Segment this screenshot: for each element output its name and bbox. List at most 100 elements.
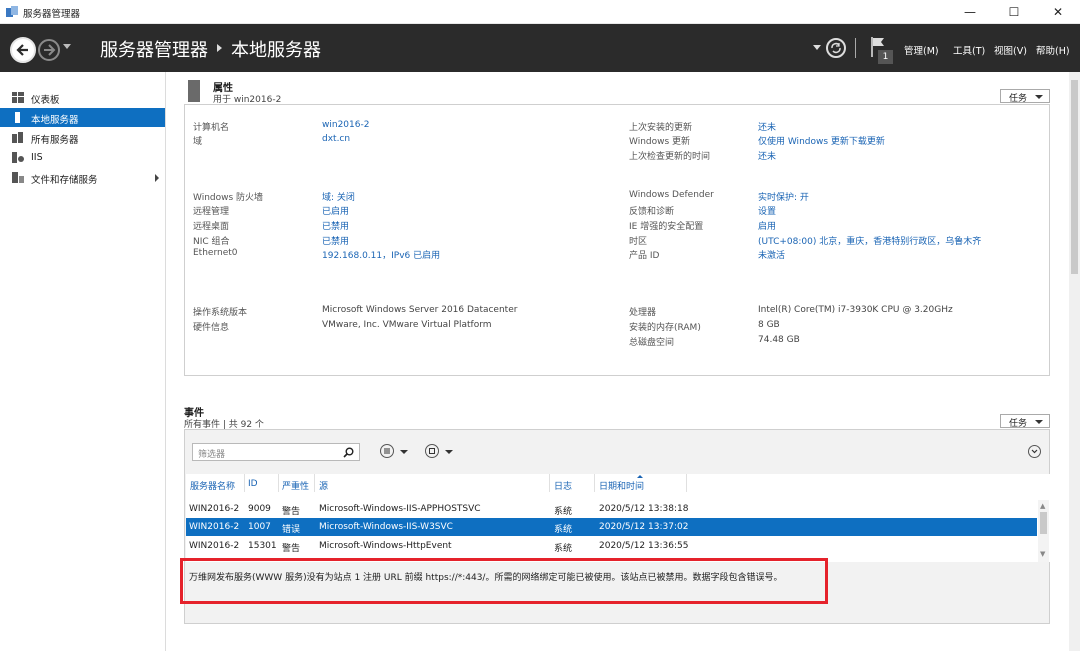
- column-header-log[interactable]: 日志: [554, 479, 572, 492]
- table-scrollbar[interactable]: ▲ ▼: [1038, 500, 1049, 562]
- sidebar-item-dashboard[interactable]: 仪表板: [0, 88, 165, 107]
- table-row[interactable]: WIN2016-2 15301 警告 Microsoft-Windows-Htt…: [186, 537, 1037, 555]
- property-label: 时区: [629, 237, 648, 247]
- scroll-down-icon[interactable]: ▼: [1040, 550, 1045, 558]
- tasks-label: 任务: [1009, 94, 1028, 104]
- remote-management-link[interactable]: 已启用: [322, 204, 349, 217]
- nic-teaming-link[interactable]: 已禁用: [322, 234, 349, 247]
- column-header-severity[interactable]: 严重性: [282, 479, 309, 492]
- property-label: IE 增强的安全配置: [629, 222, 704, 232]
- property-label: 计算机名: [193, 123, 230, 133]
- sidebar: 仪表板 本地服务器 所有服务器 IIS 文件和存储服务: [0, 72, 166, 651]
- defender-link[interactable]: 实时保护: 开: [758, 190, 809, 203]
- arrow-right-icon: [44, 44, 56, 56]
- windows-update-link[interactable]: 仅使用 Windows 更新下载更新: [758, 134, 885, 147]
- cell-id: 1007: [248, 522, 271, 532]
- firewall-link[interactable]: 域: 关闭: [322, 190, 355, 203]
- filter-input[interactable]: 筛选器: [192, 443, 360, 461]
- properties-tasks-button[interactable]: 任务: [1000, 89, 1050, 104]
- sidebar-item-all-servers[interactable]: 所有服务器: [0, 128, 165, 147]
- iis-icon: [12, 152, 24, 163]
- server-manager-icon: [6, 6, 18, 17]
- last-check-link[interactable]: 还未: [758, 149, 776, 162]
- cell-log: 系统: [554, 525, 573, 535]
- back-button[interactable]: [10, 37, 36, 63]
- property-label: 安装的内存(RAM): [629, 323, 701, 333]
- column-divider[interactable]: [314, 474, 315, 492]
- column-divider[interactable]: [278, 474, 279, 492]
- close-button[interactable]: ✕: [1036, 0, 1080, 24]
- cell-log: 系统: [554, 507, 573, 517]
- cell-log: 系统: [554, 544, 573, 554]
- sidebar-item-label: IIS: [31, 152, 43, 163]
- breadcrumb-separator-icon: [217, 44, 222, 52]
- menu-help[interactable]: 帮助(H): [1036, 43, 1070, 57]
- properties-panel: 计算机名 win2016-2 域 dxt.cn Windows 防火墙 域: 关…: [184, 104, 1050, 376]
- computer-name-link[interactable]: win2016-2: [322, 120, 369, 130]
- sidebar-item-file-storage[interactable]: 文件和存储服务: [0, 168, 165, 187]
- cell-id: 15301: [248, 541, 277, 551]
- sort-indicator-icon: [637, 475, 643, 478]
- column-header-id[interactable]: ID: [248, 479, 258, 489]
- column-header-source[interactable]: 源: [319, 479, 328, 492]
- sidebar-item-local-server[interactable]: 本地服务器: [0, 108, 165, 127]
- property-label: Ethernet0: [193, 248, 238, 258]
- highlight-annotation: [180, 558, 828, 604]
- menu-view[interactable]: 视图(V): [994, 43, 1027, 57]
- save-query-button[interactable]: [425, 444, 439, 458]
- list-options-button[interactable]: [380, 444, 394, 458]
- breadcrumb-root[interactable]: 服务器管理器: [100, 36, 208, 62]
- last-update-link[interactable]: 还未: [758, 120, 776, 133]
- property-label: 硬件信息: [193, 323, 230, 333]
- column-divider[interactable]: [549, 474, 550, 492]
- property-label: 总磁盘空间: [629, 338, 675, 348]
- title-bar: 服务器管理器 — ☐ ✕: [0, 0, 1080, 24]
- search-icon[interactable]: [343, 447, 354, 458]
- property-label: 远程桌面: [193, 222, 230, 232]
- column-divider[interactable]: [686, 474, 687, 492]
- dashboard-icon: [12, 92, 24, 103]
- ethernet-link[interactable]: 192.168.0.11，IPv6 已启用: [322, 248, 440, 261]
- cell-severity: 错误: [282, 525, 301, 535]
- events-tasks-button[interactable]: 任务: [1000, 414, 1050, 429]
- header-dropdown-icon[interactable]: [813, 45, 821, 50]
- maximize-button[interactable]: ☐: [992, 0, 1036, 24]
- property-label: Windows 更新: [629, 137, 691, 147]
- property-label: 反馈和诊断: [629, 207, 675, 217]
- timezone-link[interactable]: (UTC+08:00) 北京，重庆，香港特别行政区，乌鲁木齐: [758, 234, 981, 247]
- scrollbar-thumb[interactable]: [1071, 80, 1078, 274]
- memory-value: 8 GB: [758, 320, 780, 330]
- property-label: 上次安装的更新: [629, 123, 693, 133]
- remote-desktop-link[interactable]: 已禁用: [322, 219, 349, 232]
- product-id-link[interactable]: 未激活: [758, 248, 785, 261]
- main-scrollbar[interactable]: [1069, 72, 1080, 651]
- scroll-up-icon[interactable]: ▲: [1040, 502, 1045, 510]
- collapse-button[interactable]: [1028, 445, 1041, 458]
- property-label: Windows Defender: [629, 190, 714, 200]
- property-label: 操作系统版本: [193, 308, 248, 318]
- column-divider[interactable]: [244, 474, 245, 492]
- column-divider[interactable]: [594, 474, 595, 492]
- minimize-button[interactable]: —: [948, 0, 992, 24]
- refresh-button[interactable]: [826, 38, 846, 58]
- forward-button[interactable]: [38, 39, 60, 61]
- domain-link[interactable]: dxt.cn: [322, 134, 350, 144]
- expand-arrow-icon[interactable]: [155, 174, 159, 182]
- chevron-down-icon[interactable]: [400, 450, 408, 454]
- sidebar-item-label: 文件和存储服务: [31, 175, 98, 186]
- column-header-server[interactable]: 服务器名称: [190, 479, 235, 492]
- header-divider: [855, 38, 856, 58]
- ie-esc-link[interactable]: 启用: [758, 219, 776, 232]
- history-dropdown-icon[interactable]: [63, 44, 71, 49]
- save-icon: [429, 448, 435, 454]
- menu-tools[interactable]: 工具(T): [953, 43, 985, 57]
- sidebar-item-iis[interactable]: IIS: [0, 148, 165, 167]
- chevron-down-icon[interactable]: [445, 450, 453, 454]
- feedback-link[interactable]: 设置: [758, 204, 776, 217]
- table-row[interactable]: WIN2016-2 9009 警告 Microsoft-Windows-IIS-…: [186, 500, 1037, 518]
- menu-manage[interactable]: 管理(M): [904, 43, 939, 57]
- table-row-selected[interactable]: WIN2016-2 1007 错误 Microsoft-Windows-IIS-…: [186, 518, 1037, 536]
- notification-count-badge: 1: [878, 50, 893, 64]
- column-header-datetime[interactable]: 日期和时间: [599, 479, 644, 492]
- table-scrollbar-thumb[interactable]: [1040, 512, 1047, 534]
